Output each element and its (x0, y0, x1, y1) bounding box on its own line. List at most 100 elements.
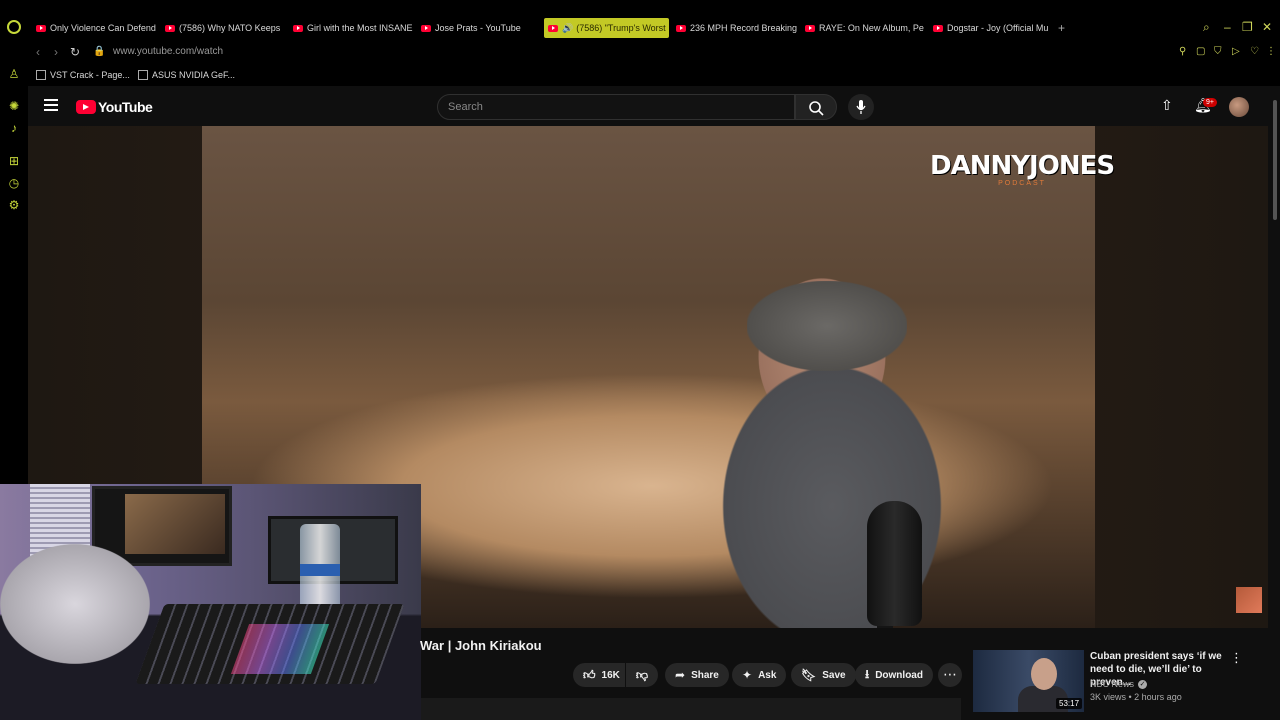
scrollbar-thumb[interactable] (1273, 100, 1277, 220)
ask-label: Ask (758, 669, 777, 681)
tab-label: Dogstar - Joy (Official Mu (947, 23, 1049, 33)
microphone-icon (856, 100, 866, 114)
speaker-icon[interactable]: 🔊 (562, 23, 573, 34)
menu-icon[interactable]: ⋮ (1266, 46, 1276, 57)
tab-7[interactable]: Dogstar - Joy (Official Mu (933, 18, 1051, 38)
verified-check-icon: ✓ (1138, 679, 1148, 689)
watermark-subtitle: PODCAST (998, 180, 1046, 187)
address-bar-row: ‹ › ↻ 🔒 www.youtube.com/watch ⚲ ▢ ⛉ ▷ ♡ … (28, 40, 1280, 66)
search-input[interactable] (437, 94, 795, 120)
tab-label: Only Violence Can Defend (50, 23, 156, 33)
dislike-button[interactable]: 👎︎ (626, 663, 658, 687)
watermark-title: DANNYJONES (930, 151, 1115, 181)
ask-button[interactable]: ✦ Ask (732, 663, 787, 687)
webcam-overlay (0, 484, 421, 720)
more-actions-button[interactable]: ⋯ (938, 663, 962, 687)
tab-label: Jose Prats - YouTube (435, 23, 521, 33)
tab-label: (7586) Why NATO Keeps (179, 23, 281, 33)
youtube-favicon-icon (548, 24, 558, 32)
share-button[interactable]: ➦ Share (665, 663, 729, 687)
bookmark-0[interactable]: VST Crack - Page... (36, 70, 130, 80)
tab-label: RAYE: On New Album, Pe (819, 23, 924, 33)
new-tab-button[interactable]: + (1058, 18, 1070, 38)
share-label: Share (691, 669, 719, 681)
download-button[interactable]: ⭳ Download (855, 663, 933, 687)
tab-label: Girl with the Most INSANE (307, 23, 413, 33)
youtube-favicon-icon (421, 24, 431, 32)
reload-icon[interactable]: ↻ (70, 45, 80, 59)
browser-logo-icon[interactable] (7, 20, 21, 34)
page-icon (138, 70, 148, 80)
youtube-favicon-icon (805, 24, 815, 32)
video-title: War | John Kiriakou (420, 638, 542, 653)
youtube-header: YouTube ⇧ 🔔︎ 9+ (28, 88, 1268, 126)
bookmark-1[interactable]: ASUS NVIDIA GeF... (138, 70, 235, 80)
like-button[interactable]: 👍︎ 16K (573, 663, 625, 687)
hamburger-menu-icon[interactable] (44, 99, 58, 111)
mini-thumbnail[interactable] (1236, 587, 1262, 613)
channel-watermark: DANNYJONES PODCAST (930, 151, 1115, 187)
shield-icon[interactable]: ⛉ (1214, 46, 1222, 57)
tab-3[interactable]: Jose Prats - YouTube (421, 18, 543, 38)
youtube-logo[interactable]: YouTube (76, 99, 153, 115)
avatar[interactable] (1229, 97, 1249, 117)
tab-2[interactable]: Girl with the Most INSANE (293, 18, 415, 38)
notification-badge: 9+ (1203, 98, 1217, 107)
tab-strip: Only Violence Can Defend (7586) Why NATO… (28, 0, 1280, 40)
tiktok-icon[interactable]: ♪ (6, 120, 22, 136)
download-icon: ⭳ (865, 666, 870, 681)
back-icon[interactable]: ‹ (36, 45, 40, 59)
recommendation-menu-icon[interactable]: ⋮ (1230, 650, 1243, 666)
thumbs-down-icon: 👎︎ (635, 667, 649, 682)
snapshot-icon[interactable]: ▢ (1196, 46, 1205, 57)
url-field[interactable]: www.youtube.com/watch (113, 46, 223, 57)
ellipsis-icon: ⋯ (943, 666, 957, 682)
tab-4-active[interactable]: 🔊 (7586) "Trump's Worst (544, 18, 669, 38)
heart-icon[interactable]: ♡ (1250, 46, 1259, 57)
youtube-play-icon (76, 100, 96, 114)
share-arrow-icon: ➦ (675, 668, 686, 682)
download-label: Download (875, 669, 923, 681)
recommendation-meta: 3K views • 2 hours ago (1090, 692, 1182, 702)
save-button[interactable]: 🔖︎ Save (791, 663, 856, 687)
chatgpt-icon[interactable]: ✺ (6, 98, 22, 114)
tab-1[interactable]: (7586) Why NATO Keeps (165, 18, 287, 38)
extensions-icon[interactable]: ⊞ (6, 153, 22, 169)
history-icon[interactable]: ◷ (6, 175, 22, 191)
workspace-icon[interactable]: ♙ (6, 66, 22, 82)
player-icon[interactable]: ▷ (1232, 46, 1240, 57)
tab-label: 236 MPH Record Breaking (690, 23, 798, 33)
page-scrollbar[interactable] (1270, 90, 1280, 720)
tab-0[interactable]: Only Violence Can Defend (36, 18, 158, 38)
youtube-favicon-icon (293, 24, 303, 32)
youtube-favicon-icon (676, 24, 686, 32)
forward-icon[interactable]: › (54, 45, 58, 59)
description-box[interactable] (421, 698, 961, 720)
youtube-favicon-icon (933, 24, 943, 32)
video-duration: 53:17 (1056, 698, 1083, 709)
video-content (877, 626, 893, 628)
voice-search-button[interactable] (848, 94, 874, 120)
thumbs-up-icon: 👍︎ (583, 667, 596, 682)
bookmark-label: VST Crack - Page... (50, 70, 130, 80)
search-button[interactable] (795, 94, 837, 120)
logo-text: YouTube (98, 99, 153, 115)
upload-icon[interactable]: ⇧ (1161, 97, 1173, 114)
bookmarks-bar: VST Crack - Page... ASUS NVIDIA GeF... (28, 66, 1280, 86)
lock-icon: 🔒 (93, 46, 106, 57)
search-tabs-icon[interactable]: ⌕ (1203, 20, 1210, 35)
close-icon[interactable]: ✕ (1262, 20, 1272, 34)
search-icon (809, 101, 824, 116)
tab-5[interactable]: 236 MPH Record Breaking (676, 18, 798, 38)
video-content (867, 501, 922, 626)
webcam-content (0, 544, 150, 664)
minimize-icon[interactable]: – (1224, 20, 1231, 34)
save-label: Save (822, 669, 846, 681)
restore-icon[interactable]: ❐ (1242, 20, 1253, 34)
youtube-favicon-icon (36, 24, 46, 32)
settings-gear-icon[interactable]: ⚙ (6, 197, 22, 213)
recommendation-channel[interactable]: NBC News ✓ (1090, 679, 1148, 689)
pin-icon[interactable]: ⚲ (1179, 46, 1186, 57)
video-content (747, 281, 907, 371)
tab-6[interactable]: RAYE: On New Album, Pe (805, 18, 927, 38)
